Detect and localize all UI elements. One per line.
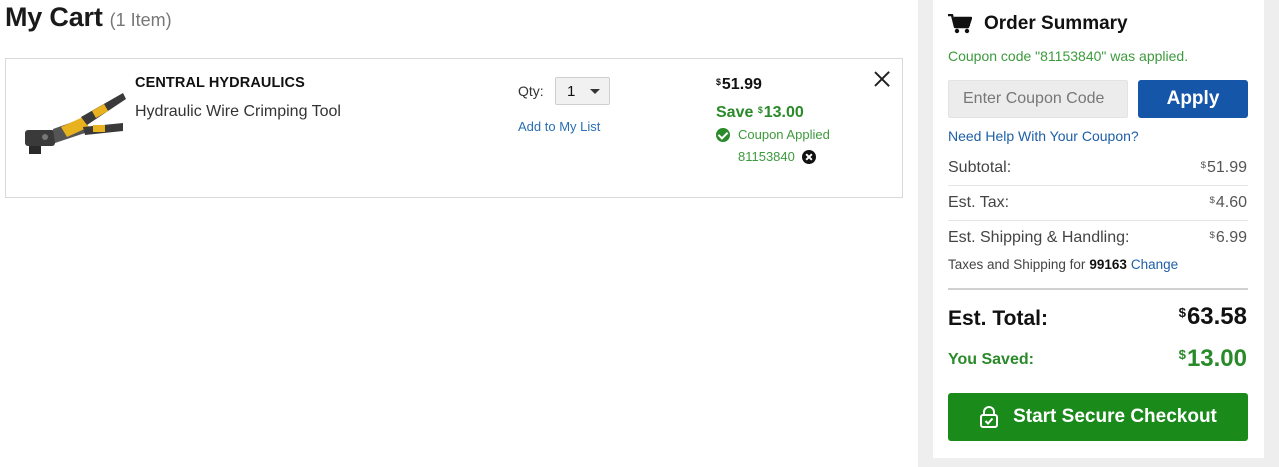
chevron-down-icon bbox=[590, 89, 600, 94]
cart-header: My Cart (1 Item) bbox=[5, 2, 172, 36]
order-summary-header: Order Summary bbox=[948, 13, 1128, 35]
item-price: $51.99 bbox=[716, 76, 762, 93]
start-secure-checkout-button[interactable]: Start Secure Checkout bbox=[948, 393, 1248, 441]
page-title: My Cart bbox=[5, 2, 103, 32]
coupon-help-link[interactable]: Need Help With Your Coupon? bbox=[948, 128, 1139, 144]
item-count: (1 Item) bbox=[109, 10, 172, 30]
order-summary-title: Order Summary bbox=[984, 13, 1128, 34]
add-to-list-link[interactable]: Add to My List bbox=[518, 119, 600, 134]
close-circle-icon[interactable] bbox=[801, 149, 816, 164]
qty-select[interactable]: 1 bbox=[555, 77, 610, 105]
lock-icon bbox=[980, 406, 999, 428]
shipping-label: Est. Shipping & Handling: bbox=[948, 229, 1130, 246]
tax-value: $4.60 bbox=[1209, 194, 1247, 211]
qty-label: Qty: bbox=[518, 83, 544, 99]
applied-coupon-code: 81153840 bbox=[738, 149, 816, 164]
shipping-value: $6.99 bbox=[1209, 229, 1247, 246]
product-name[interactable]: Hydraulic Wire Crimping Tool bbox=[135, 103, 341, 121]
taxes-shipping-location: Taxes and Shipping for 99163 Change bbox=[948, 257, 1178, 272]
shopping-cart-icon bbox=[948, 14, 972, 34]
taxes-shipping-text: Taxes and Shipping for bbox=[948, 257, 1086, 272]
divider bbox=[948, 185, 1248, 186]
zip-code: 99163 bbox=[1089, 257, 1127, 272]
saved-value: $13.00 bbox=[1178, 345, 1247, 372]
subtotal-value: $51.99 bbox=[1200, 159, 1247, 176]
saved-label: You Saved: bbox=[948, 351, 1034, 368]
coupon-code-input[interactable] bbox=[948, 80, 1128, 118]
tax-label: Est. Tax: bbox=[948, 194, 1010, 211]
total-label: Est. Total: bbox=[948, 307, 1048, 330]
coupon-applied-status: Coupon Applied bbox=[716, 127, 830, 142]
cart-item: CENTRAL HYDRAULICS Hydraulic Wire Crimpi… bbox=[5, 58, 903, 198]
total-divider bbox=[948, 288, 1248, 290]
order-summary-panel: Order Summary Coupon code "81153840" was… bbox=[933, 0, 1264, 458]
coupon-code-text: 81153840 bbox=[738, 149, 795, 164]
change-zip-link[interactable]: Change bbox=[1131, 257, 1178, 272]
item-savings: Save $13.00 bbox=[716, 104, 804, 121]
qty-value: 1 bbox=[567, 82, 576, 100]
product-brand: CENTRAL HYDRAULICS bbox=[135, 75, 305, 91]
divider bbox=[948, 220, 1248, 221]
subtotal-label: Subtotal: bbox=[948, 159, 1012, 176]
coupon-applied-label: Coupon Applied bbox=[738, 127, 830, 142]
total-value: $63.58 bbox=[1178, 303, 1247, 330]
close-icon[interactable] bbox=[872, 69, 892, 89]
coupon-success-message: Coupon code "81153840" was applied. bbox=[948, 48, 1189, 64]
check-circle-icon bbox=[716, 127, 730, 142]
apply-coupon-button[interactable]: Apply bbox=[1138, 80, 1248, 118]
checkout-label: Start Secure Checkout bbox=[1013, 406, 1217, 427]
crimping-tool-image[interactable] bbox=[23, 87, 127, 163]
